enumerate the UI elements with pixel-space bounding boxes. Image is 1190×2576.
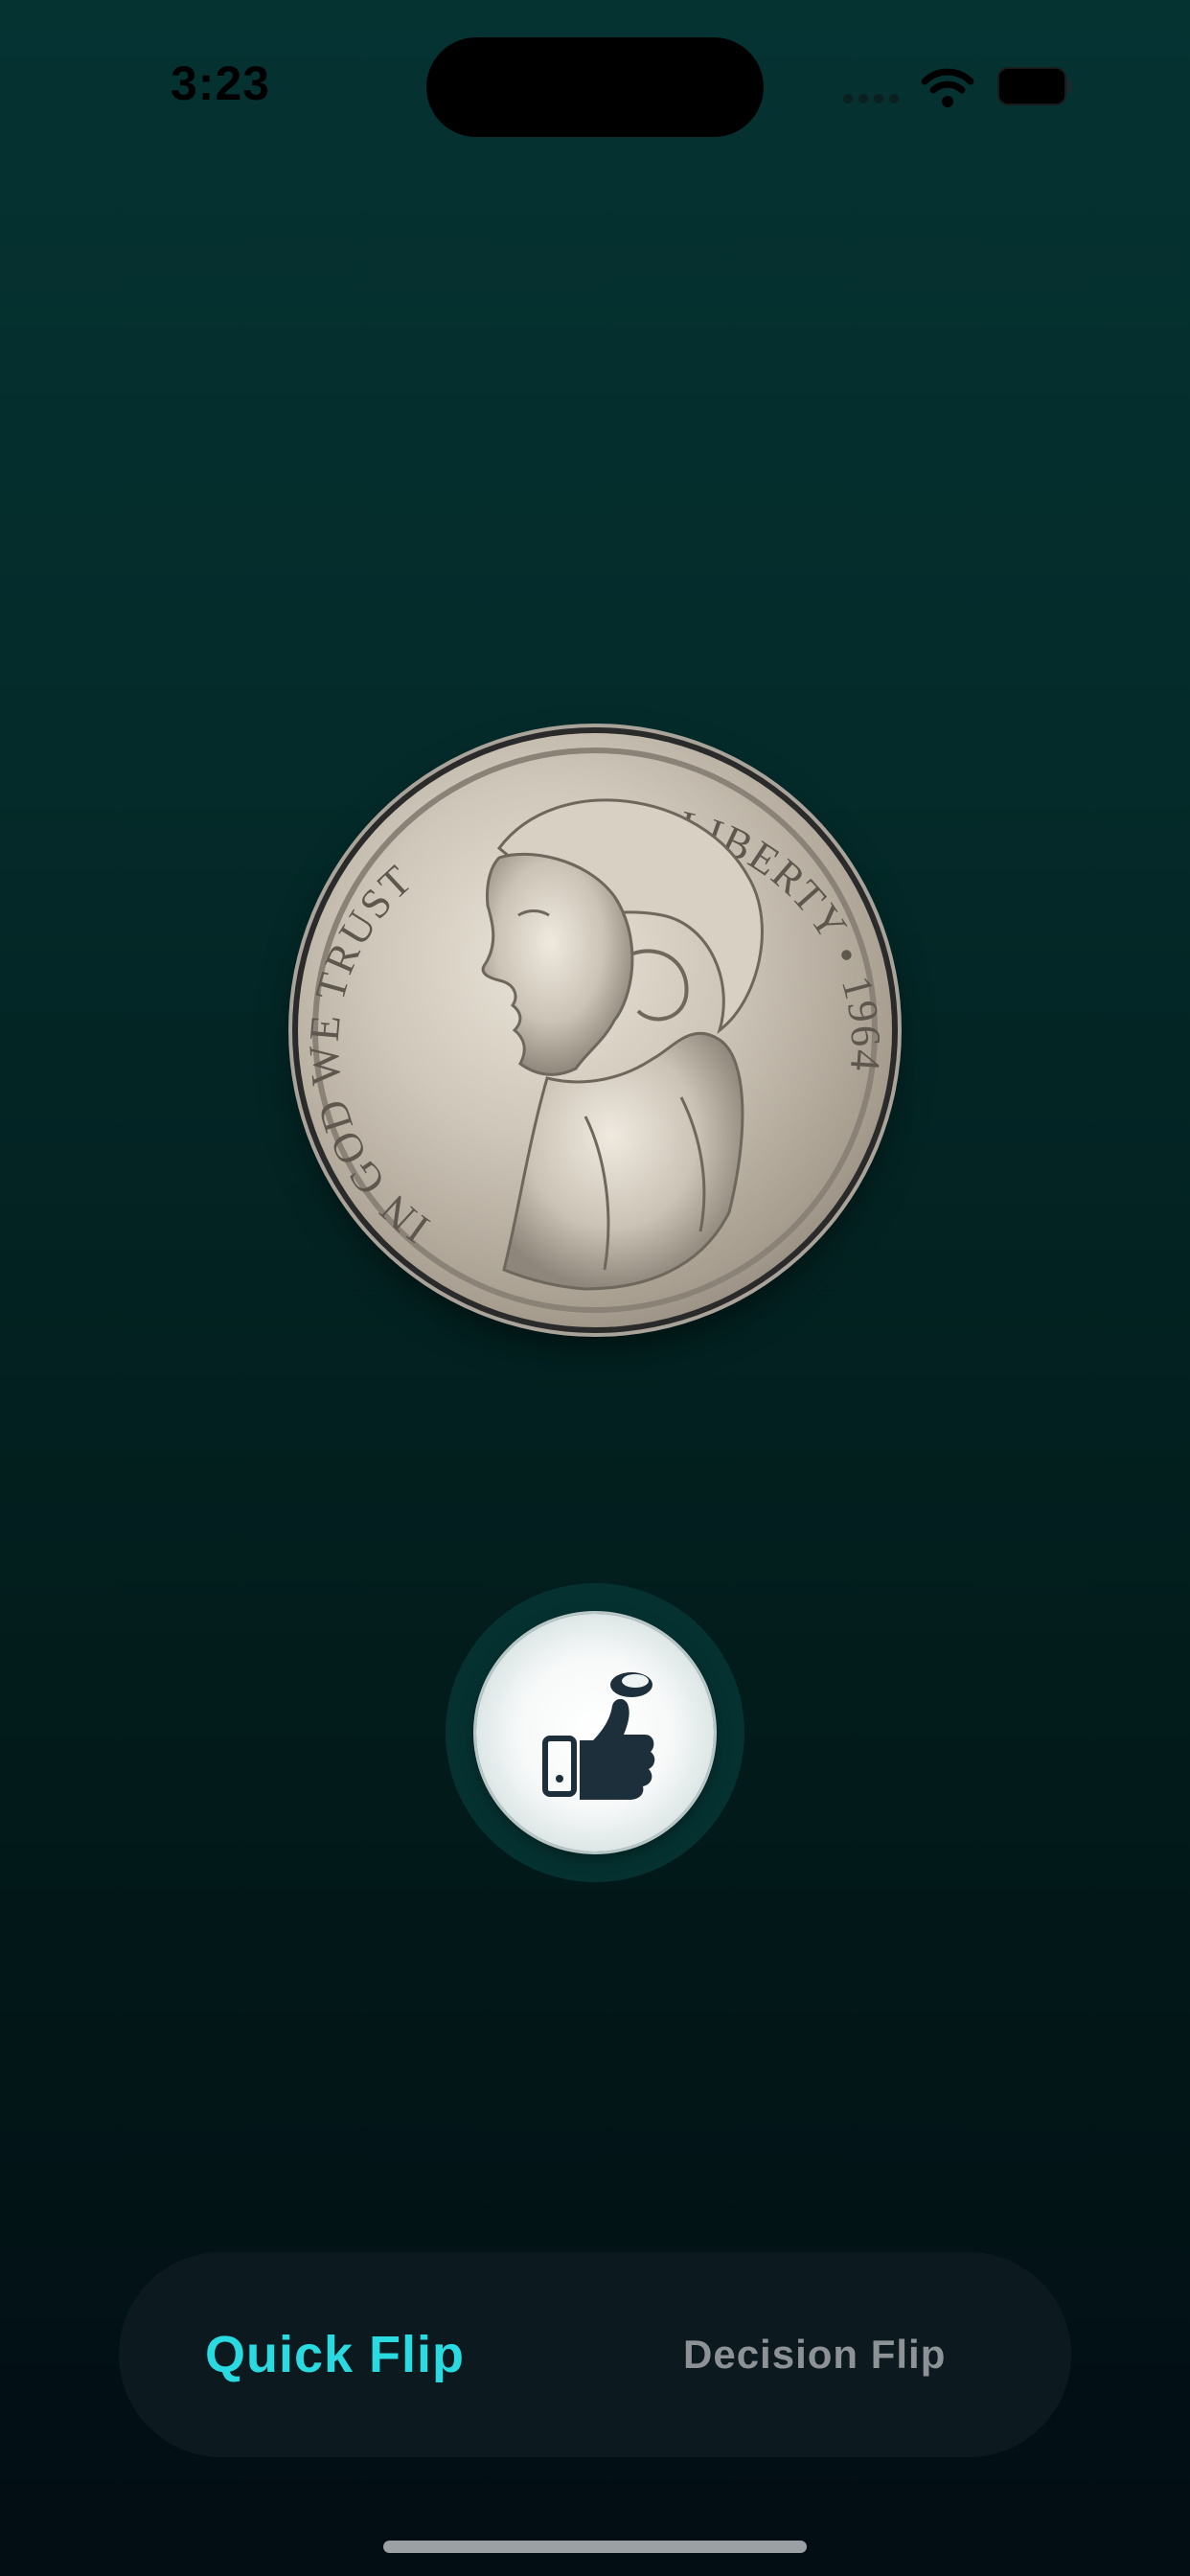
tab-decision-flip[interactable]: Decision Flip [683, 2252, 946, 2457]
dynamic-island [426, 37, 764, 137]
coin[interactable]: IN GOD WE TRUST LIBERTY • 1964 [298, 733, 892, 1327]
cellular-signal-icon [843, 94, 901, 104]
home-indicator[interactable] [383, 2541, 807, 2553]
svg-text:IN GOD WE TRUST: IN GOD WE TRUST [300, 856, 438, 1253]
thumb-flip-coin-icon [542, 1672, 655, 1800]
jefferson-nickel-heads-icon: IN GOD WE TRUST LIBERTY • 1964 [300, 748, 887, 1313]
status-bar: 3:23 [0, 0, 1190, 163]
tab-quick-flip[interactable]: Quick Flip [205, 2252, 465, 2457]
battery-icon [997, 67, 1072, 105]
wifi-icon [921, 68, 974, 107]
coin-face: IN GOD WE TRUST LIBERTY • 1964 [298, 733, 892, 1327]
flip-button[interactable] [476, 1614, 714, 1852]
status-time: 3:23 [171, 57, 271, 110]
mode-switcher: Quick Flip Decision Flip [119, 2252, 1071, 2457]
